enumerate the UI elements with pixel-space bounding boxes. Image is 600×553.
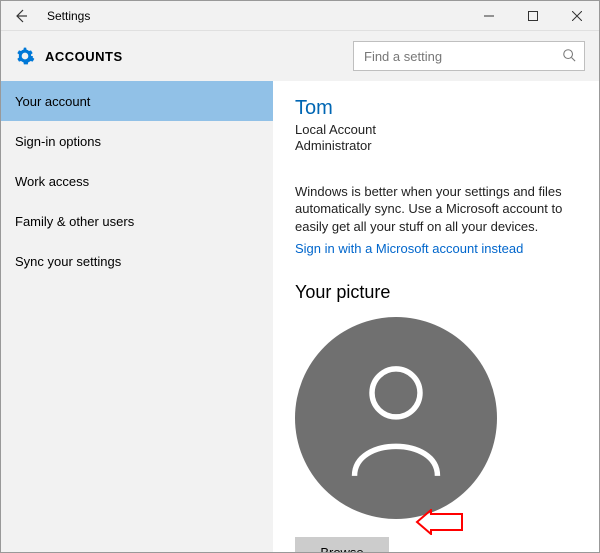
search-icon <box>562 48 576 65</box>
account-type: Local Account <box>295 122 581 138</box>
browse-button-label: Browse <box>320 545 363 552</box>
microsoft-account-link[interactable]: Sign in with a Microsoft account instead <box>295 241 523 256</box>
maximize-icon <box>528 11 538 21</box>
sidebar-item-family-other-users[interactable]: Family & other users <box>1 201 273 241</box>
your-picture-heading: Your picture <box>295 282 581 303</box>
avatar-container <box>295 317 581 519</box>
sidebar-item-sync-your-settings[interactable]: Sync your settings <box>1 241 273 281</box>
browse-button[interactable]: Browse <box>295 537 389 552</box>
settings-header: ACCOUNTS <box>1 31 599 81</box>
sidebar-item-label: Sign-in options <box>15 134 101 149</box>
gear-icon <box>15 46 35 66</box>
back-button[interactable] <box>1 1 41 31</box>
minimize-button[interactable] <box>467 1 511 31</box>
sidebar-item-work-access[interactable]: Work access <box>1 161 273 201</box>
avatar-placeholder <box>295 317 497 519</box>
titlebar: Settings <box>1 1 599 31</box>
account-name: Tom <box>295 97 581 120</box>
window-title: Settings <box>41 9 90 23</box>
search-input[interactable] <box>362 48 562 65</box>
promo-text: Windows is better when your settings and… <box>295 183 581 236</box>
search-box[interactable] <box>353 41 585 71</box>
sidebar-item-label: Your account <box>15 94 90 109</box>
main-pane: Tom Local Account Administrator Windows … <box>273 81 599 552</box>
sidebar-item-label: Family & other users <box>15 214 134 229</box>
sidebar-item-label: Work access <box>15 174 89 189</box>
person-icon <box>341 358 451 478</box>
annotation-arrow <box>415 509 463 538</box>
sidebar-item-your-account[interactable]: Your account <box>1 81 273 121</box>
minimize-icon <box>484 11 494 21</box>
account-role: Administrator <box>295 138 581 154</box>
content-body: Your account Sign-in options Work access… <box>1 81 599 552</box>
maximize-button[interactable] <box>511 1 555 31</box>
close-button[interactable] <box>555 1 599 31</box>
sidebar-item-signin-options[interactable]: Sign-in options <box>1 121 273 161</box>
section-title: ACCOUNTS <box>45 49 123 64</box>
sidebar: Your account Sign-in options Work access… <box>1 81 273 552</box>
arrow-left-icon <box>13 8 29 24</box>
sidebar-item-label: Sync your settings <box>15 254 121 269</box>
close-icon <box>572 11 582 21</box>
